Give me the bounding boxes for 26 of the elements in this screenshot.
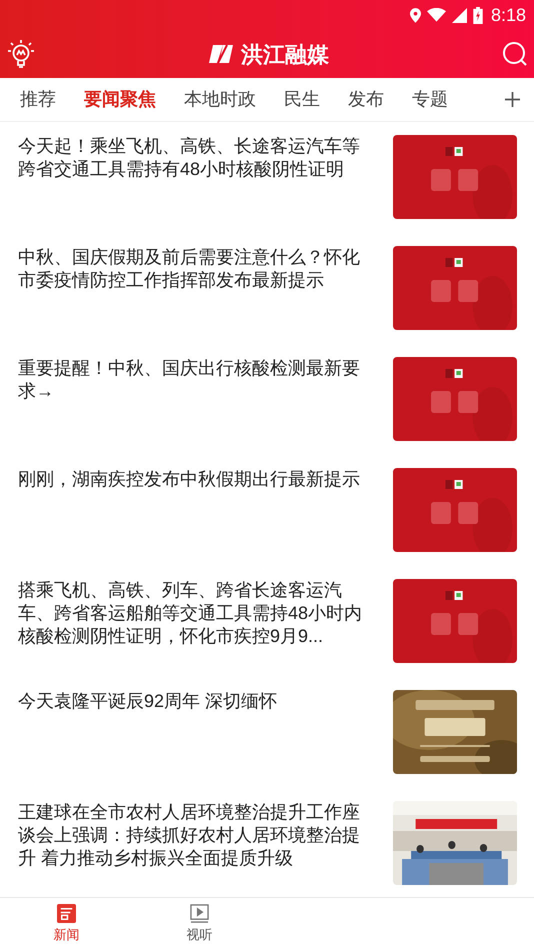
app-title: 洪江融媒	[241, 40, 329, 68]
category-tab[interactable]: 民生	[284, 86, 320, 113]
article-title[interactable]: 刚刚，湖南疾控发布中秋假期出行最新提示	[18, 468, 370, 566]
video-icon	[190, 904, 209, 923]
article-title[interactable]: 今天袁隆平诞辰92周年 深切缅怀	[18, 690, 370, 788]
category-tab[interactable]: 推荐	[20, 86, 56, 113]
news-icon	[57, 904, 76, 923]
article-title[interactable]: 今天起！乘坐飞机、高铁、长途客运汽车等跨省交通工具需持有48小时核酸阴性证明	[18, 135, 370, 233]
wifi-icon	[426, 8, 446, 22]
category-tab[interactable]: 要闻聚焦	[84, 86, 156, 113]
article-title[interactable]: 王建球在全市农村人居环境整治提升工作座谈会上强调：持续抓好农村人居环境整治提升 着力推动乡村振兴全面提质升级	[18, 801, 370, 897]
add-icon[interactable]	[505, 92, 520, 107]
location-icon	[410, 8, 421, 22]
signal-icon	[452, 8, 467, 22]
article-title[interactable]: 重要提醒！中秋、国庆出行核酸检测最新要求→	[18, 357, 370, 455]
nav-tab[interactable]: 视听	[133, 904, 266, 944]
battery-icon	[472, 6, 483, 24]
lightbulb-icon[interactable]	[6, 38, 36, 70]
status-time: 8:18	[490, 4, 526, 26]
article-title[interactable]: 中秋、国庆假期及前后需要注意什么？怀化市委疫情防控工作指挥部发布最新提示	[18, 246, 370, 344]
category-tab[interactable]: 专题	[412, 86, 448, 113]
article-title[interactable]: 搭乘飞机、高铁、列车、跨省长途客运汽车、跨省客运船舶等交通工具需持48小时内核酸检测阴性证明，怀化市疾控9月9...	[18, 579, 370, 677]
category-tab[interactable]: 本地时政	[184, 86, 256, 113]
search-icon[interactable]	[502, 41, 528, 67]
nav-tab[interactable]: 新闻	[0, 904, 133, 944]
category-tab[interactable]: 发布	[348, 86, 384, 113]
